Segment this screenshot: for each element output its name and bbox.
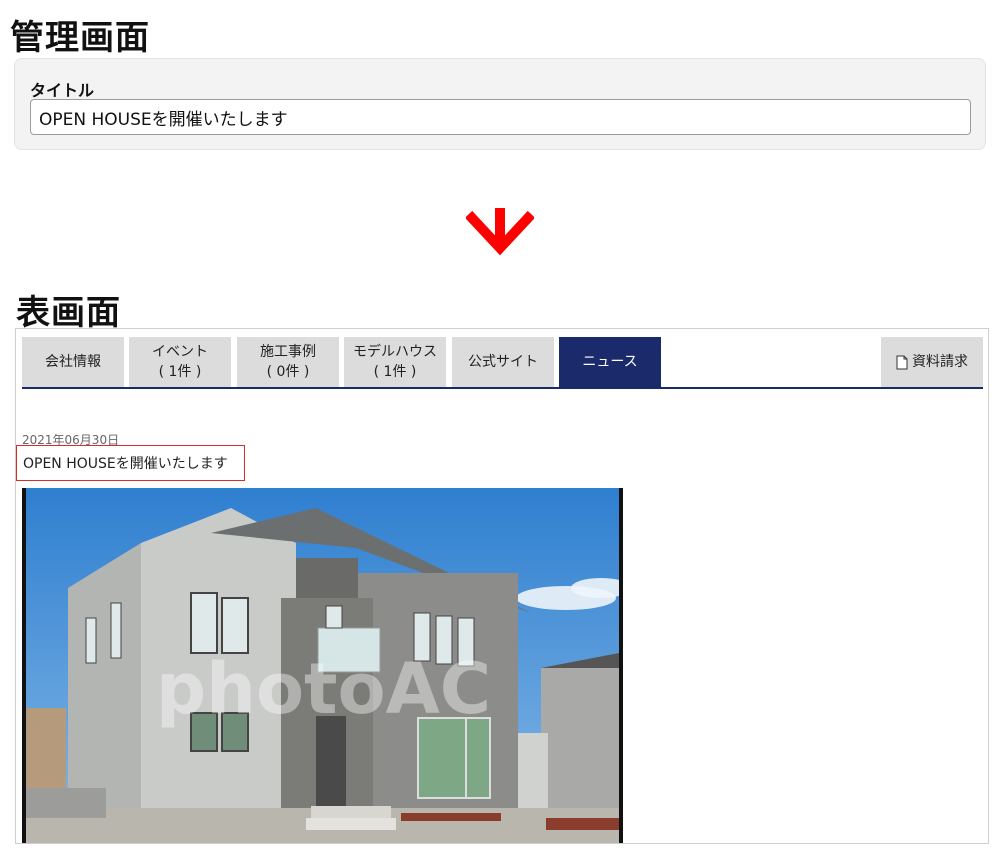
tab-label: 公式サイト [468, 354, 538, 370]
tab-label: イベント [152, 344, 208, 360]
tab-events[interactable]: イベント ( 1件 ) [129, 337, 231, 387]
admin-screen-heading: 管理画面 [10, 18, 150, 58]
tab-count: ( 1件 ) [373, 364, 417, 380]
tab-label: 会社情報 [45, 354, 101, 370]
arrow-down-icon [466, 208, 534, 256]
tab-news[interactable]: ニュース [559, 337, 661, 387]
title-field-label: タイトル [30, 81, 95, 100]
photo-watermark: photoAC [156, 648, 491, 730]
admin-title-panel: タイトル [14, 58, 986, 150]
title-input[interactable] [30, 99, 971, 135]
document-icon [896, 355, 908, 369]
front-screen-heading: 表画面 [16, 293, 121, 333]
tab-label: モデルハウス [353, 344, 437, 360]
news-title[interactable]: OPEN HOUSEを開催いたします [16, 445, 245, 481]
house-photo-illustration: photoAC [26, 488, 619, 843]
tab-official-site[interactable]: 公式サイト [452, 337, 554, 387]
tab-company-info[interactable]: 会社情報 [22, 337, 124, 387]
tab-construction-cases[interactable]: 施工事例 ( 0件 ) [237, 337, 339, 387]
tab-count: ( 0件 ) [266, 364, 310, 380]
tab-count: ( 1件 ) [158, 364, 202, 380]
front-page-preview: 会社情報 イベント ( 1件 ) 施工事例 ( 0件 ) モデルハウス ( 1件… [15, 328, 989, 844]
tab-label: ニュース [582, 354, 638, 370]
request-materials-label: 資料請求 [912, 354, 968, 370]
request-materials-button[interactable]: 資料請求 [881, 337, 983, 387]
news-photo: photoAC [22, 488, 623, 843]
tab-model-house[interactable]: モデルハウス ( 1件 ) [344, 337, 446, 387]
tab-label: 施工事例 [260, 344, 316, 360]
navigation-tabs: 会社情報 イベント ( 1件 ) 施工事例 ( 0件 ) モデルハウス ( 1件… [22, 337, 983, 389]
